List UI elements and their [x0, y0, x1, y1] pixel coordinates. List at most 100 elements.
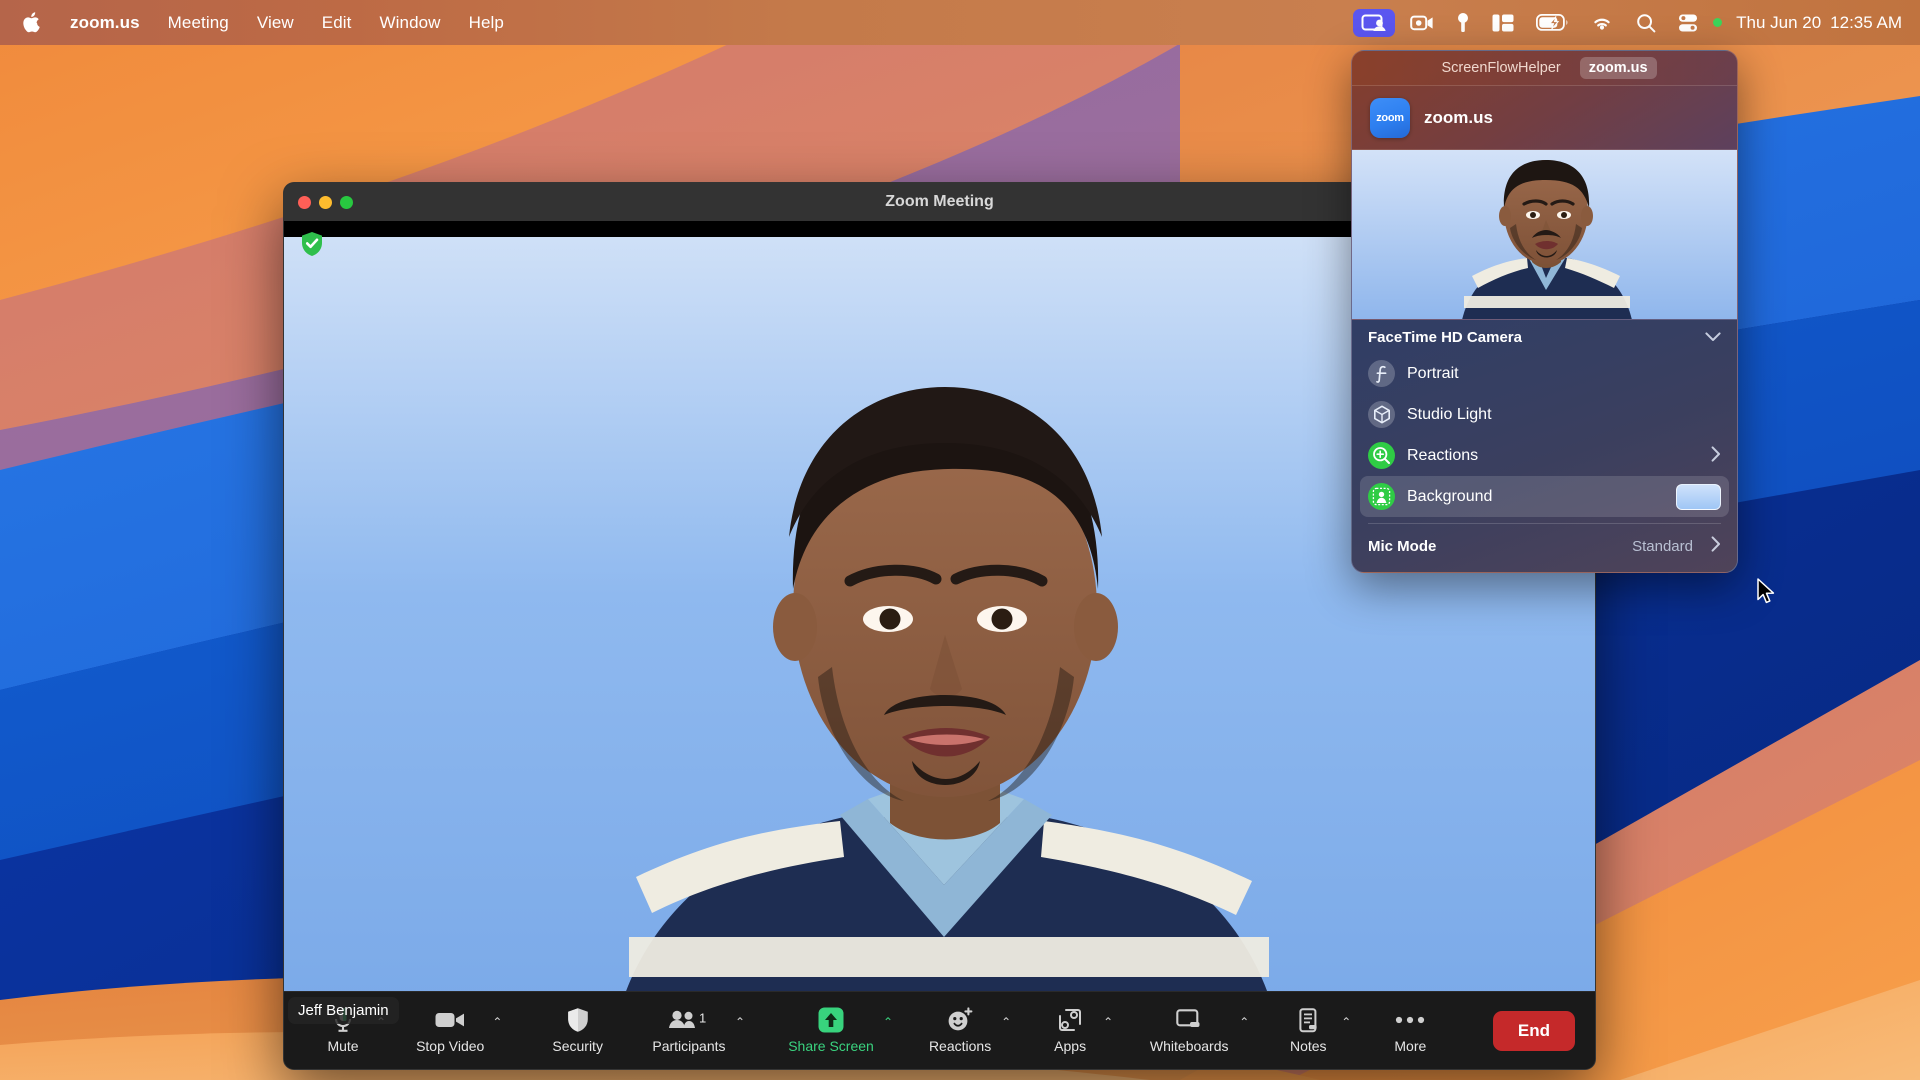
participants-options-caret-icon[interactable]: ⌃ [731, 1016, 753, 1046]
encryption-shield-badge[interactable] [301, 231, 323, 262]
menu-bar-clock[interactable]: Thu Jun 2012:35 AM [1722, 13, 1906, 33]
share-screen-button[interactable]: Share Screen [783, 1007, 879, 1054]
menu-item-view[interactable]: View [243, 11, 308, 34]
battery-charging-icon[interactable] [1525, 9, 1579, 37]
portrait-label: Portrait [1407, 365, 1721, 383]
video-effects-list: FaceTime HD Camera Portrait [1352, 320, 1737, 572]
camera-source-row[interactable]: FaceTime HD Camera [1352, 320, 1737, 353]
apple-logo-icon[interactable] [0, 12, 56, 33]
studio-light-label: Studio Light [1407, 406, 1721, 424]
reactions-options-caret-icon[interactable]: ⌃ [997, 1016, 1019, 1046]
cursor-arrow-icon [1757, 578, 1777, 606]
whiteboards-button[interactable]: Whiteboards [1143, 1007, 1235, 1054]
macos-menu-bar: zoom.us Meeting View Edit Window Help [0, 0, 1920, 45]
control-center-video-effects-popover[interactable]: ScreenFlowHelper zoom.us zoom zoom.us [1351, 50, 1738, 573]
reactions-icon [1368, 442, 1395, 469]
participants-button[interactable]: 1 Participants [647, 1007, 731, 1054]
reactions-glyph [946, 1007, 974, 1033]
apps-button[interactable]: Apps [1041, 1007, 1099, 1054]
tab-zoom-us[interactable]: zoom.us [1580, 57, 1657, 79]
mic-mode-row[interactable]: Mic Mode Standard [1360, 528, 1729, 564]
end-meeting-button[interactable]: End [1493, 1011, 1575, 1051]
stage-manager-icon[interactable] [1481, 9, 1525, 37]
effect-row-background[interactable]: Background [1360, 476, 1729, 517]
clock-time: 12:35 AM [1830, 13, 1902, 32]
passwords-key-icon[interactable] [1445, 9, 1481, 37]
notes-options-caret-icon[interactable]: ⌃ [1337, 1016, 1359, 1046]
reactions-smiley-icon [946, 1007, 974, 1033]
mic-mode-value: Standard [1632, 538, 1693, 555]
share-options-caret-icon[interactable]: ⌃ [879, 1016, 901, 1046]
popover-app-tabs: ScreenFlowHelper zoom.us [1352, 51, 1737, 86]
stop-video-label: Stop Video [416, 1038, 484, 1054]
shield-icon [567, 1007, 589, 1033]
chevron-right-icon[interactable] [1711, 446, 1721, 466]
security-label: Security [552, 1038, 603, 1054]
background-label: Background [1407, 488, 1664, 506]
stage-manager-glyph [1492, 14, 1514, 32]
toolbar-group-security: Security [548, 1007, 607, 1054]
toolbar-group-more: More [1381, 1007, 1439, 1054]
notes-label: Notes [1290, 1038, 1327, 1054]
battery-glyph [1536, 14, 1568, 31]
zoom-app-icon: zoom [1370, 98, 1410, 138]
zoom-meeting-toolbar: Mute ⌃ Stop Video ⌃ [284, 991, 1596, 1069]
apps-glyph [1058, 1008, 1082, 1032]
tab-screenflowhelper[interactable]: ScreenFlowHelper [1432, 57, 1569, 79]
menu-item-edit[interactable]: Edit [308, 11, 366, 34]
toolbar-group-participants: 1 Participants ⌃ [647, 1007, 753, 1054]
shield-check-icon [301, 231, 323, 257]
chevron-right-glyph [1711, 446, 1721, 462]
notes-icon [1297, 1007, 1319, 1033]
mic-mode-chevron-right-icon[interactable] [1711, 536, 1721, 556]
share-screen-icon [818, 1007, 844, 1033]
camera-preview-frame [1352, 150, 1737, 320]
video-camera-icon [435, 1007, 465, 1033]
control-center-icon[interactable] [1667, 9, 1709, 37]
studio-light-icon [1368, 401, 1395, 428]
effect-row-reactions[interactable]: Reactions [1360, 435, 1729, 476]
notes-button[interactable]: Notes [1279, 1007, 1337, 1054]
menu-bar-status-items: Thu Jun 2012:35 AM [1349, 9, 1906, 37]
effect-row-portrait[interactable]: Portrait [1360, 353, 1729, 394]
chevron-down-icon[interactable] [1705, 329, 1721, 346]
screen-sharing-icon[interactable] [1353, 9, 1395, 37]
apps-options-caret-icon[interactable]: ⌃ [1099, 1016, 1121, 1046]
reactions-label: Reactions [1407, 447, 1699, 465]
background-effect-icon [1368, 483, 1395, 510]
whiteboard-icon [1176, 1007, 1202, 1033]
spotlight-search-icon[interactable] [1625, 9, 1667, 37]
toolbar-group-share: Share Screen ⌃ [783, 1007, 901, 1054]
popover-app-row[interactable]: zoom zoom.us [1352, 86, 1737, 150]
participants-label: Participants [652, 1038, 725, 1054]
reactions-label: Reactions [929, 1038, 991, 1054]
background-person-grid-glyph [1372, 487, 1391, 506]
shield-glyph [567, 1007, 589, 1033]
wifi-icon[interactable] [1579, 9, 1625, 37]
mouse-cursor [1757, 578, 1777, 611]
reactions-button[interactable]: Reactions [923, 1007, 997, 1054]
popover-app-name: zoom.us [1424, 108, 1493, 128]
menu-item-window[interactable]: Window [366, 11, 455, 34]
apps-label: Apps [1054, 1038, 1086, 1054]
search-glyph [1636, 13, 1656, 33]
toolbar-group-video: Stop Video ⌃ [412, 1007, 510, 1054]
studio-light-cube-glyph [1373, 405, 1391, 424]
chevron-down-glyph [1705, 332, 1721, 342]
control-center-glyph [1678, 13, 1698, 33]
portrait-f-glyph [1374, 365, 1390, 383]
video-options-caret-icon[interactable]: ⌃ [488, 1016, 510, 1046]
menu-item-help[interactable]: Help [455, 11, 518, 34]
stop-video-button[interactable]: Stop Video [412, 1007, 488, 1054]
menu-item-zoom-us[interactable]: zoom.us [56, 11, 154, 34]
key-glyph [1456, 12, 1470, 33]
background-preview-thumbnail[interactable] [1676, 484, 1721, 510]
participants-glyph: 1 [668, 1009, 710, 1031]
screen-recording-icon[interactable] [1399, 9, 1445, 37]
security-button[interactable]: Security [548, 1007, 607, 1054]
more-button[interactable]: More [1381, 1007, 1439, 1054]
menu-item-meeting[interactable]: Meeting [154, 11, 243, 34]
effect-row-studio-light[interactable]: Studio Light [1360, 394, 1729, 435]
toolbar-group-apps: Apps ⌃ [1041, 1007, 1121, 1054]
whiteboards-options-caret-icon[interactable]: ⌃ [1235, 1016, 1257, 1046]
